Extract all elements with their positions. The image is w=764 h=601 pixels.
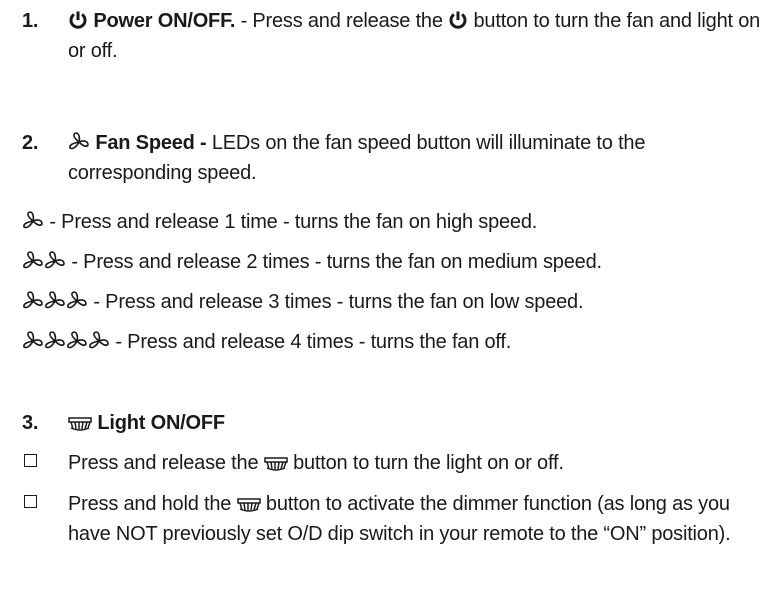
speed-text: - Press and release 2 times - turns the … bbox=[66, 251, 602, 273]
fan-icon bbox=[22, 287, 44, 317]
fan-icon bbox=[22, 207, 44, 237]
light-icon bbox=[263, 448, 288, 478]
power-icon bbox=[68, 6, 88, 36]
fan-icon bbox=[44, 247, 66, 277]
speed-text: - Press and release 3 times - turns the … bbox=[88, 291, 584, 313]
fan-icons-4 bbox=[22, 327, 110, 357]
section-number: 1. bbox=[22, 10, 39, 32]
fan-icon bbox=[66, 287, 88, 317]
section-fan-speed: 2. Fan Speed - LEDs on the fan speed but… bbox=[22, 128, 762, 188]
section-title: Light ON/OFF bbox=[97, 412, 225, 434]
light-bullet-1: Press and release the button to turn the… bbox=[22, 448, 762, 478]
bullet-text: Press and release the bbox=[68, 452, 264, 474]
section-text: - Press and release the bbox=[235, 10, 449, 32]
fan-icons-3 bbox=[22, 287, 88, 317]
speed-row-2: - Press and release 2 times - turns the … bbox=[22, 247, 762, 287]
speed-row-4: - Press and release 4 times - turns the … bbox=[22, 327, 762, 367]
section-number: 3. bbox=[22, 412, 39, 434]
section-power: 1. Power ON/OFF. - Press and release the… bbox=[22, 6, 762, 66]
bullet-text: Press and hold the bbox=[68, 493, 237, 515]
checkbox-icon bbox=[22, 489, 68, 549]
fan-icon bbox=[44, 327, 66, 357]
fan-icon bbox=[88, 327, 110, 357]
bullet-text: button to turn the light on or off. bbox=[287, 452, 564, 474]
section-light: 3. Light ON/OFF bbox=[22, 408, 762, 438]
fan-icon bbox=[44, 287, 66, 317]
section-title: Fan Speed - bbox=[95, 132, 207, 154]
light-icon bbox=[68, 408, 92, 438]
fan-icon bbox=[68, 128, 90, 158]
fan-icons-1 bbox=[22, 207, 44, 237]
checkbox-icon bbox=[22, 448, 68, 478]
light-icon bbox=[236, 489, 261, 519]
speed-text: - Press and release 4 times - turns the … bbox=[110, 331, 512, 353]
section-title: Power ON/OFF. bbox=[93, 10, 236, 32]
speed-list: - Press and release 1 time - turns the f… bbox=[22, 207, 762, 367]
fan-icon bbox=[22, 247, 44, 277]
speed-text: - Press and release 1 time - turns the f… bbox=[44, 211, 538, 233]
power-icon bbox=[448, 6, 468, 36]
speed-row-3: - Press and release 3 times - turns the … bbox=[22, 287, 762, 327]
fan-icons-2 bbox=[22, 247, 66, 277]
section-number: 2. bbox=[22, 132, 39, 154]
fan-icon bbox=[66, 327, 88, 357]
fan-icon bbox=[22, 327, 44, 357]
light-bullet-2: Press and hold the button to activate th… bbox=[22, 489, 762, 549]
speed-row-1: - Press and release 1 time - turns the f… bbox=[22, 207, 762, 247]
